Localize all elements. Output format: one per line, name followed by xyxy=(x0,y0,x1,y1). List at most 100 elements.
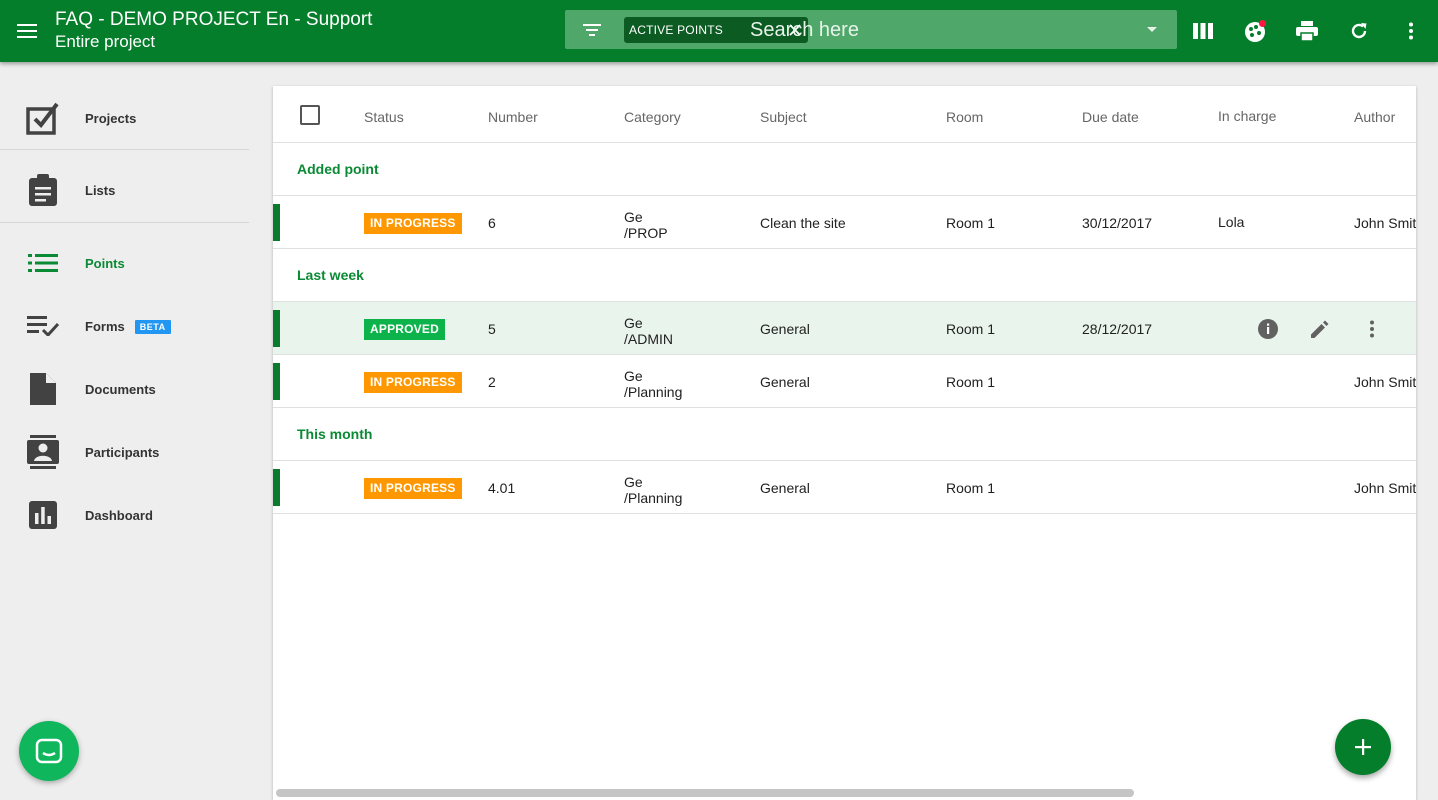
playlist-check-icon xyxy=(24,307,62,345)
sidebar-item-label: Dashboard xyxy=(85,508,153,523)
status-badge: IN PROGRESS xyxy=(364,372,462,393)
group-label: Added point xyxy=(297,161,379,177)
category-line: /Planning xyxy=(624,490,683,506)
plus-icon xyxy=(1355,739,1371,755)
more-vert-icon[interactable] xyxy=(1361,318,1383,340)
table-row[interactable]: IN PROGRESS 6 Ge/PROP Clean the site Roo… xyxy=(273,196,1416,249)
search-bar: ACTIVE POINTS xyxy=(565,10,1177,49)
number-cell: 2 xyxy=(488,374,496,390)
group-header: Last week xyxy=(273,249,1416,302)
sidebar-item-label: Lists xyxy=(85,183,116,198)
category-line: /ADMIN xyxy=(624,331,673,347)
sidebar-item-dashboard[interactable]: Dashboard xyxy=(0,484,250,544)
subject-cell: General xyxy=(760,480,810,496)
list-icon xyxy=(24,244,62,282)
project-scope: Entire project xyxy=(55,32,156,51)
category-line: /Planning xyxy=(624,384,683,400)
contacts-icon xyxy=(24,433,62,471)
room-cell: Room 1 xyxy=(946,215,996,231)
sidebar-item-label: Projects xyxy=(85,111,137,126)
beta-badge: BETA xyxy=(134,320,171,334)
chat-icon xyxy=(35,738,63,764)
column-header-status[interactable]: Status xyxy=(364,109,404,125)
category-line: Ge xyxy=(624,209,643,225)
table-header: Status Number Category Subject Room Due … xyxy=(273,86,1416,143)
sidebar-item-projects[interactable]: Projects xyxy=(0,87,250,147)
category-cell: Ge/Planning xyxy=(624,368,682,400)
due-date-cell: 30/12/2017 xyxy=(1082,215,1153,231)
colors-icon[interactable] xyxy=(1240,16,1270,46)
sidebar-item-participants[interactable]: Participants xyxy=(0,421,250,481)
sidebar-item-documents[interactable]: Documents xyxy=(0,358,250,418)
sidebar-item-label: Documents xyxy=(85,382,156,397)
refresh-icon[interactable] xyxy=(1344,16,1374,46)
caret-down-icon[interactable] xyxy=(1147,27,1157,32)
group-header: This month xyxy=(273,408,1416,461)
edit-icon[interactable] xyxy=(1309,318,1331,340)
more-vert-icon[interactable] xyxy=(1396,16,1426,46)
subject-cell: General xyxy=(760,374,810,390)
category-line: /PROP xyxy=(624,225,668,241)
column-header-subject[interactable]: Subject xyxy=(760,109,807,125)
columns-icon[interactable] xyxy=(1188,16,1218,46)
number-cell: 6 xyxy=(488,215,496,231)
subject-cell: Clean the site xyxy=(760,215,846,231)
print-icon[interactable] xyxy=(1292,16,1322,46)
group-label: Last week xyxy=(297,267,364,283)
status-badge: APPROVED xyxy=(364,319,445,340)
number-cell: 5 xyxy=(488,321,496,337)
row-marker xyxy=(273,469,280,506)
sidebar-item-label: Points xyxy=(85,256,125,271)
group-label: This month xyxy=(297,426,373,442)
search-input[interactable] xyxy=(750,15,1130,45)
project-title-block: FAQ - DEMO PROJECT En - Support Entire p… xyxy=(55,9,372,53)
filter-chip-label: ACTIVE POINTS xyxy=(629,23,723,37)
column-header-category[interactable]: Category xyxy=(624,109,681,125)
number-cell: 4.01 xyxy=(488,480,516,496)
filter-icon[interactable] xyxy=(579,18,605,42)
sidebar-item-lists[interactable]: Lists xyxy=(0,159,250,219)
due-date-cell: 28/12/2017 xyxy=(1082,321,1153,337)
table-row[interactable]: IN PROGRESS 2 Ge/Planning General Room 1… xyxy=(273,355,1416,408)
top-app-bar: FAQ - DEMO PROJECT En - Support Entire p… xyxy=(0,0,1438,62)
column-header-in-charge[interactable]: In charge xyxy=(1218,108,1276,124)
add-point-button[interactable] xyxy=(1335,719,1391,775)
room-cell: Room 1 xyxy=(946,321,996,337)
project-title: FAQ - DEMO PROJECT En - Support xyxy=(55,9,373,30)
column-header-due-date[interactable]: Due date xyxy=(1082,109,1139,125)
sidebar-item-points[interactable]: Points xyxy=(0,232,250,292)
column-header-author[interactable]: Author xyxy=(1354,109,1395,125)
category-line: Ge xyxy=(624,474,643,490)
sidebar-item-label: Forms BETA xyxy=(85,319,171,334)
table-row[interactable]: IN PROGRESS 4.01 Ge/Planning General Roo… xyxy=(273,461,1416,514)
status-badge: IN PROGRESS xyxy=(364,478,462,499)
info-icon[interactable] xyxy=(1257,318,1279,340)
row-marker xyxy=(273,204,280,241)
sidebar-item-forms[interactable]: Forms BETA xyxy=(0,295,250,355)
points-table-panel: Status Number Category Subject Room Due … xyxy=(273,86,1416,800)
projects-check-icon xyxy=(24,99,62,137)
author-cell: John Smith xyxy=(1354,374,1416,390)
category-cell: Ge/PROP xyxy=(624,209,668,241)
column-header-number[interactable]: Number xyxy=(488,109,538,125)
row-marker xyxy=(273,310,280,347)
category-line: Ge xyxy=(624,315,643,331)
chart-icon xyxy=(24,496,62,534)
room-cell: Room 1 xyxy=(946,480,996,496)
select-all-checkbox[interactable] xyxy=(300,105,320,125)
clipboard-icon xyxy=(24,171,62,209)
in-charge-cell: Lola xyxy=(1218,214,1245,230)
group-header: Added point xyxy=(273,143,1416,196)
status-badge: IN PROGRESS xyxy=(364,213,462,234)
category-cell: Ge/Planning xyxy=(624,474,682,506)
horizontal-scrollbar[interactable] xyxy=(276,789,1134,797)
column-header-room[interactable]: Room xyxy=(946,109,983,125)
chat-launcher-button[interactable] xyxy=(19,721,79,781)
document-icon xyxy=(24,370,62,408)
category-line: Ge xyxy=(624,368,643,384)
room-cell: Room 1 xyxy=(946,374,996,390)
author-cell: John Smith xyxy=(1354,480,1416,496)
menu-icon[interactable] xyxy=(10,14,44,48)
sidebar-item-label-text: Forms xyxy=(85,319,125,334)
table-row[interactable]: APPROVED 5 Ge/ADMIN General Room 1 28/12… xyxy=(273,302,1416,355)
